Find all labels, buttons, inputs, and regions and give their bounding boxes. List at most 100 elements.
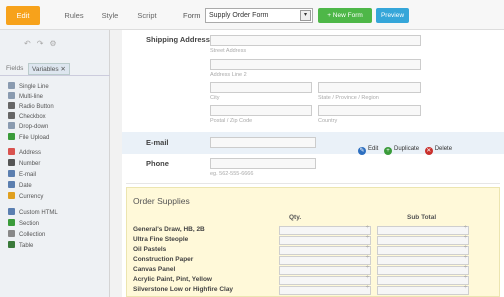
undo-redo-settings-icons[interactable]: ↶↷⚙: [24, 39, 63, 48]
sidebar-tabs: Fields Variables ✕: [0, 62, 110, 76]
subtotal-input[interactable]: [377, 235, 469, 245]
subtotal-input[interactable]: [377, 265, 469, 275]
palette-item[interactable]: Date: [8, 181, 32, 191]
palette-item-label: Multi-line: [19, 94, 44, 100]
palette-item-label: E-mail: [19, 172, 37, 178]
postal-sublabel: Postal / Zip Code: [210, 118, 253, 124]
qty-input[interactable]: [279, 275, 371, 285]
order-item-name: Silverstone Low or Highfire Clay: [133, 286, 234, 293]
form-label: Form: [183, 11, 201, 20]
field-type-icon: [8, 208, 15, 215]
palette-item[interactable]: Custom HTML: [8, 208, 58, 218]
tab-fields[interactable]: Fields: [6, 65, 23, 72]
delete-icon: ✕: [424, 147, 433, 155]
qty-header: Qty.: [289, 214, 302, 221]
field-type-icon: [8, 82, 15, 89]
tab-variables[interactable]: Variables ✕: [28, 63, 70, 75]
field-type-icon: [8, 122, 15, 129]
field-type-icon: [8, 230, 15, 237]
palette-item[interactable]: Section: [8, 219, 39, 229]
palette-item-label: Custom HTML: [19, 210, 58, 216]
palette-item[interactable]: Single Line: [8, 82, 49, 92]
field-type-icon: [8, 102, 15, 109]
duplicate-action[interactable]: + Duplicate: [384, 146, 419, 155]
order-item-name: Canvas Panel: [133, 266, 176, 273]
phone-input[interactable]: [210, 158, 316, 169]
sidebar-header: ↶↷⚙: [0, 30, 110, 56]
qty-input[interactable]: [279, 255, 371, 265]
palette-item-label: Currency: [19, 194, 44, 200]
street-address-input[interactable]: [210, 35, 421, 46]
qty-input[interactable]: [279, 235, 371, 245]
palette-item[interactable]: E-mail: [8, 170, 36, 180]
tab-script[interactable]: Script: [132, 6, 162, 25]
form-canvas: Shipping Address Street Address Address …: [122, 30, 504, 297]
field-type-icon: [8, 219, 15, 226]
top-toolbar: Edit Rules Style Script Form Supply Orde…: [0, 0, 504, 30]
street-address-sublabel: Street Address: [210, 48, 247, 54]
palette-item-label: Address: [19, 150, 42, 156]
palette-item[interactable]: Table: [8, 241, 33, 251]
palette-item-label: Number: [19, 161, 41, 167]
sidebar: ↶↷⚙ Fields Variables ✕ Single Line Multi-…: [0, 30, 110, 297]
form-select-value: Supply Order Form: [209, 12, 269, 19]
address-line2-input[interactable]: [210, 59, 421, 70]
new-form-button[interactable]: + New Form: [318, 8, 372, 23]
order-item-name: Acrylic Paint, Pint, Yellow: [133, 276, 212, 283]
address-line2-sublabel: Address Line 2: [210, 72, 247, 78]
field-type-icon: [8, 148, 15, 155]
field-type-icon: [8, 181, 15, 188]
palette-item[interactable]: File Upload: [8, 133, 49, 143]
delete-action[interactable]: ✕ Delete: [424, 146, 452, 155]
preview-button[interactable]: Preview: [376, 8, 409, 23]
divider: [126, 183, 500, 184]
palette-item-label: Single Line: [19, 84, 49, 90]
order-supplies-title: Order Supplies: [133, 196, 190, 206]
palette-item-label: Table: [19, 243, 34, 249]
country-sublabel: Country: [318, 118, 338, 124]
subtotal-input[interactable]: [377, 255, 469, 265]
palette-item[interactable]: Number: [8, 159, 40, 169]
copy-icon: +: [384, 147, 393, 155]
form-select[interactable]: Supply Order Form ▾: [205, 8, 313, 23]
email-label: E-mail: [146, 138, 169, 147]
qty-input[interactable]: [279, 225, 371, 235]
order-supplies-section: Order Supplies Qty. Sub Total General's …: [126, 187, 500, 297]
postal-input[interactable]: [210, 105, 312, 116]
tab-style[interactable]: Style: [96, 6, 124, 25]
palette-item[interactable]: Address: [8, 148, 41, 158]
palette-item[interactable]: Radio Button: [8, 102, 54, 112]
palette-item[interactable]: Collection: [8, 230, 45, 240]
phone-label: Phone: [146, 159, 169, 168]
palette-item[interactable]: Multi-line: [8, 92, 43, 102]
email-input[interactable]: [210, 137, 316, 148]
field-type-icon: [8, 112, 15, 119]
subtotal-input[interactable]: [377, 245, 469, 255]
order-item-name: Oil Pastels: [133, 246, 167, 253]
qty-input[interactable]: [279, 245, 371, 255]
phone-hint: eg. 562-555-6666: [210, 171, 254, 177]
order-item-name: General's Draw, HB, 2B: [133, 226, 205, 233]
subtotal-input[interactable]: [377, 285, 469, 295]
edit-action[interactable]: ✎ Edit: [358, 146, 378, 155]
field-type-icon: [8, 170, 15, 177]
field-type-icon: [8, 241, 15, 248]
tab-rules[interactable]: Rules: [60, 6, 88, 25]
chevron-down-icon: ▾: [300, 10, 311, 21]
field-type-icon: [8, 159, 15, 166]
palette-item[interactable]: Drop-down: [8, 122, 48, 132]
palette-item-label: Radio Button: [19, 104, 54, 110]
qty-input[interactable]: [279, 265, 371, 275]
qty-input[interactable]: [279, 285, 371, 295]
subtotal-input[interactable]: [377, 275, 469, 285]
city-input[interactable]: [210, 82, 312, 93]
subtotal-input[interactable]: [377, 225, 469, 235]
field-type-icon: [8, 192, 15, 199]
palette-item[interactable]: Currency: [8, 192, 43, 202]
palette-item[interactable]: Checkbox: [8, 112, 46, 122]
field-type-icon: [8, 133, 15, 140]
country-input[interactable]: [318, 105, 421, 116]
tab-edit[interactable]: Edit: [6, 6, 40, 25]
palette-item-label: Section: [19, 221, 40, 227]
state-input[interactable]: [318, 82, 421, 93]
